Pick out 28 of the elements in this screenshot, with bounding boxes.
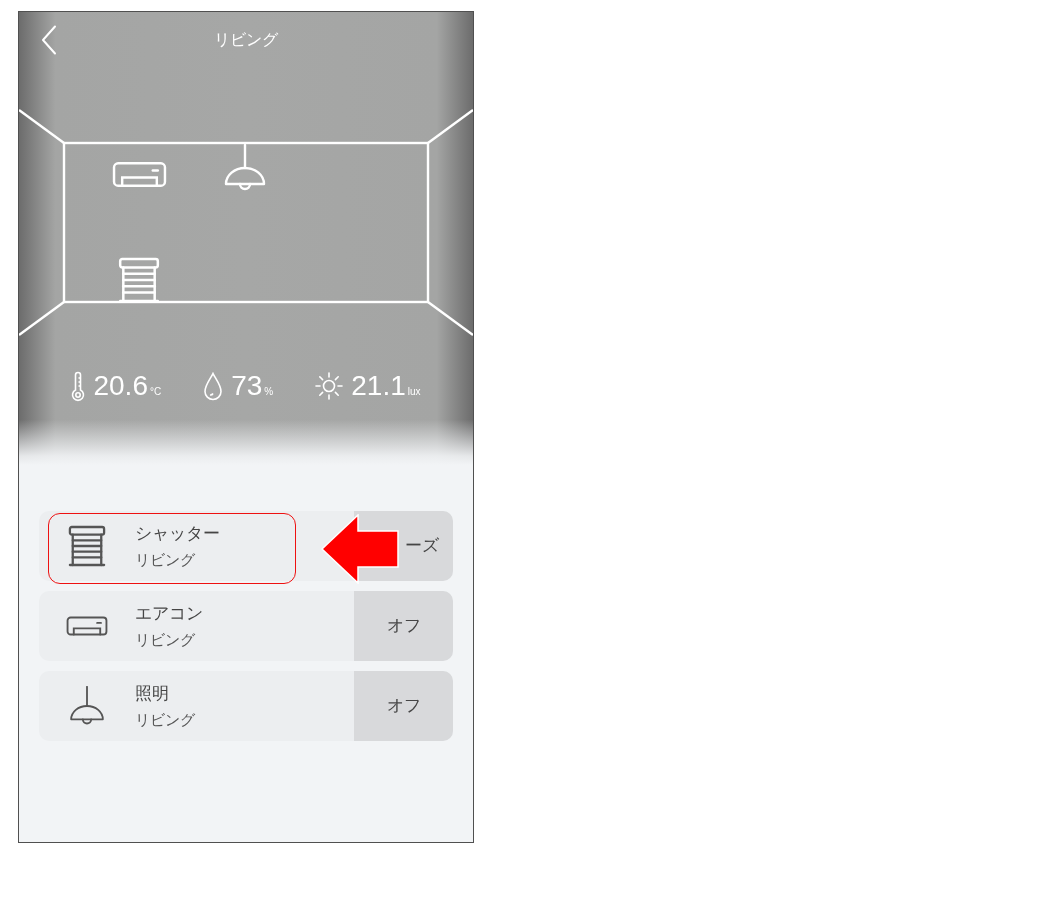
thermometer-icon [71, 370, 86, 402]
ceiling-lamp-icon [67, 686, 107, 726]
sensor-unit: lux [407, 386, 421, 398]
sun-icon [315, 372, 344, 400]
device-room: リビング [135, 629, 196, 650]
shutter-icon [120, 259, 158, 301]
water-drop-icon [203, 371, 224, 401]
device-card[interactable]: エアコン リビング オフ [39, 591, 453, 661]
sensor-value: 73 [231, 370, 263, 402]
sensor-unit: % [264, 386, 274, 398]
screen-title: リビング [214, 30, 278, 50]
device-card[interactable]: シャッター リビング ーズ [39, 511, 453, 581]
shutter-icon [68, 525, 106, 567]
ceiling-lamp-icon [226, 145, 264, 189]
device-card[interactable]: 照明 リビング オフ [39, 671, 453, 741]
device-room: リビング [135, 709, 195, 730]
air-conditioner-icon [66, 615, 108, 637]
device-name: 照明 [135, 682, 170, 705]
device-action-button[interactable]: オフ [354, 671, 453, 741]
device-name: エアコン [135, 602, 203, 625]
device-room: リビング [135, 549, 196, 570]
sensor-value: 20.6 [93, 370, 148, 402]
sensor-value: 21.1 [351, 370, 406, 402]
sensor-unit: °C [149, 386, 162, 398]
device-name: シャッター [135, 522, 220, 545]
device-action-button[interactable]: オフ [354, 591, 453, 661]
back-icon[interactable] [41, 25, 57, 55]
air-conditioner-icon [114, 163, 165, 186]
